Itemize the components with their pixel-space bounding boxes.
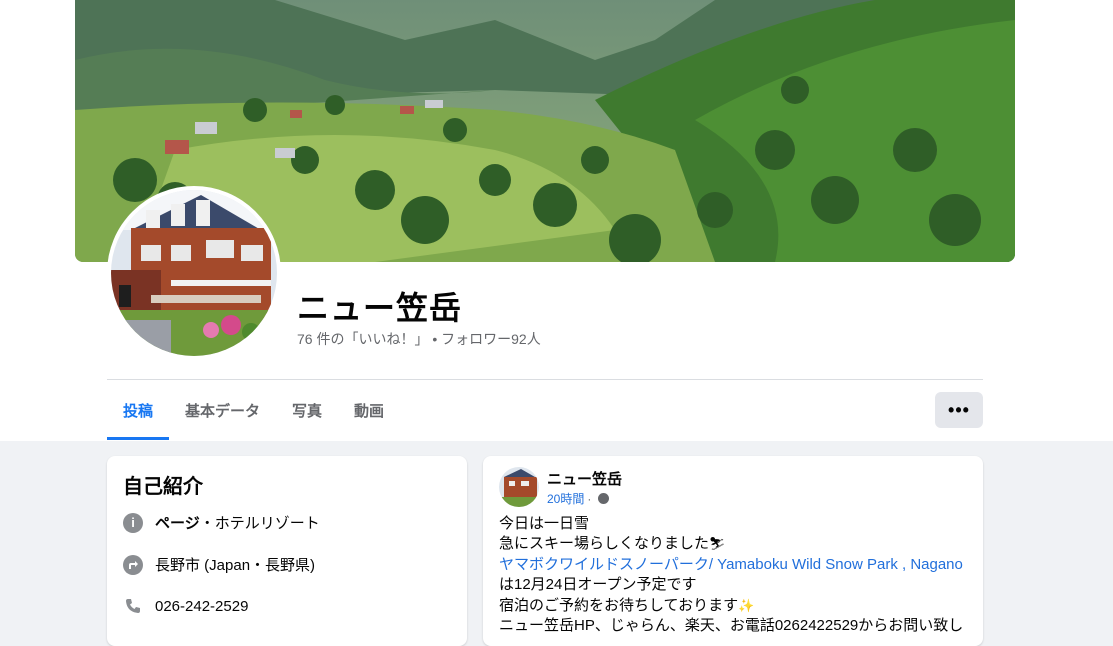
category-prefix: ページ [155,515,200,532]
page-stats[interactable]: 76 件の「いいね！」 • フォロワー92人 [297,329,541,349]
post-author-avatar[interactable] [499,467,539,507]
more-options-button[interactable]: ••• [935,392,983,428]
phone-number[interactable]: 026-242-2529 [155,598,248,615]
info-icon: i [123,512,143,533]
post-line: 今日は一日雪 [499,515,590,532]
post-meta: 20時間 · [547,490,610,507]
sparkles-emoji: ✨ [738,597,755,613]
category-label[interactable]: ・ホテルリゾート [200,512,320,533]
intro-card: 自己紹介 i ページ ・ホテルリゾート 長野市 (Japan・長野県) 026-… [107,456,467,646]
skier-emoji: ⛷ [709,536,726,552]
meta-separator: · [587,491,592,506]
post-line: ニュー笠岳HP、じゃらん、楽天、お電話0262422529からお問い致し [499,617,964,635]
post-line: は12月24日オープン予定です [499,576,697,594]
post-line: 宿泊のご予約をお待ちしております✨ [499,596,755,614]
post-time[interactable]: 20時間 [547,490,584,507]
page-title: ニュー笠岳 [297,290,463,326]
tab-posts[interactable]: 投稿 [107,380,170,440]
post-link-park[interactable]: ヤマボクワイルドスノーパーク/ Yamaboku Wild Snow Park … [499,555,969,575]
profile-avatar[interactable] [107,186,281,360]
intro-phone-row: 026-242-2529 [123,596,248,616]
tab-about[interactable]: 基本データ [169,380,276,440]
post-author[interactable]: ニュー笠岳 [547,468,622,489]
location-text[interactable]: 長野市 (Japan・長野県) [155,554,315,575]
directions-icon [123,554,143,575]
tab-photos[interactable]: 写真 [276,380,338,440]
intro-title: 自己紹介 [123,476,203,498]
globe-icon [598,493,610,504]
phone-icon [123,596,143,616]
profile-tabs: 投稿 基本データ 写真 動画 [107,380,400,440]
post-line: 急にスキー場らしくなりました⛷ [499,535,726,553]
post-card: ニュー笠岳 20時間 · 今日は一日雪 急にスキー場らしくなりました⛷ ヤマボク… [483,456,983,646]
post-body: 今日は一日雪 急にスキー場らしくなりました⛷ ヤマボクワイルドスノーパーク/ Y… [499,514,969,636]
intro-category-row: i ページ ・ホテルリゾート [123,512,320,533]
intro-location-row: 長野市 (Japan・長野県) [123,554,315,575]
tab-videos[interactable]: 動画 [338,380,400,440]
